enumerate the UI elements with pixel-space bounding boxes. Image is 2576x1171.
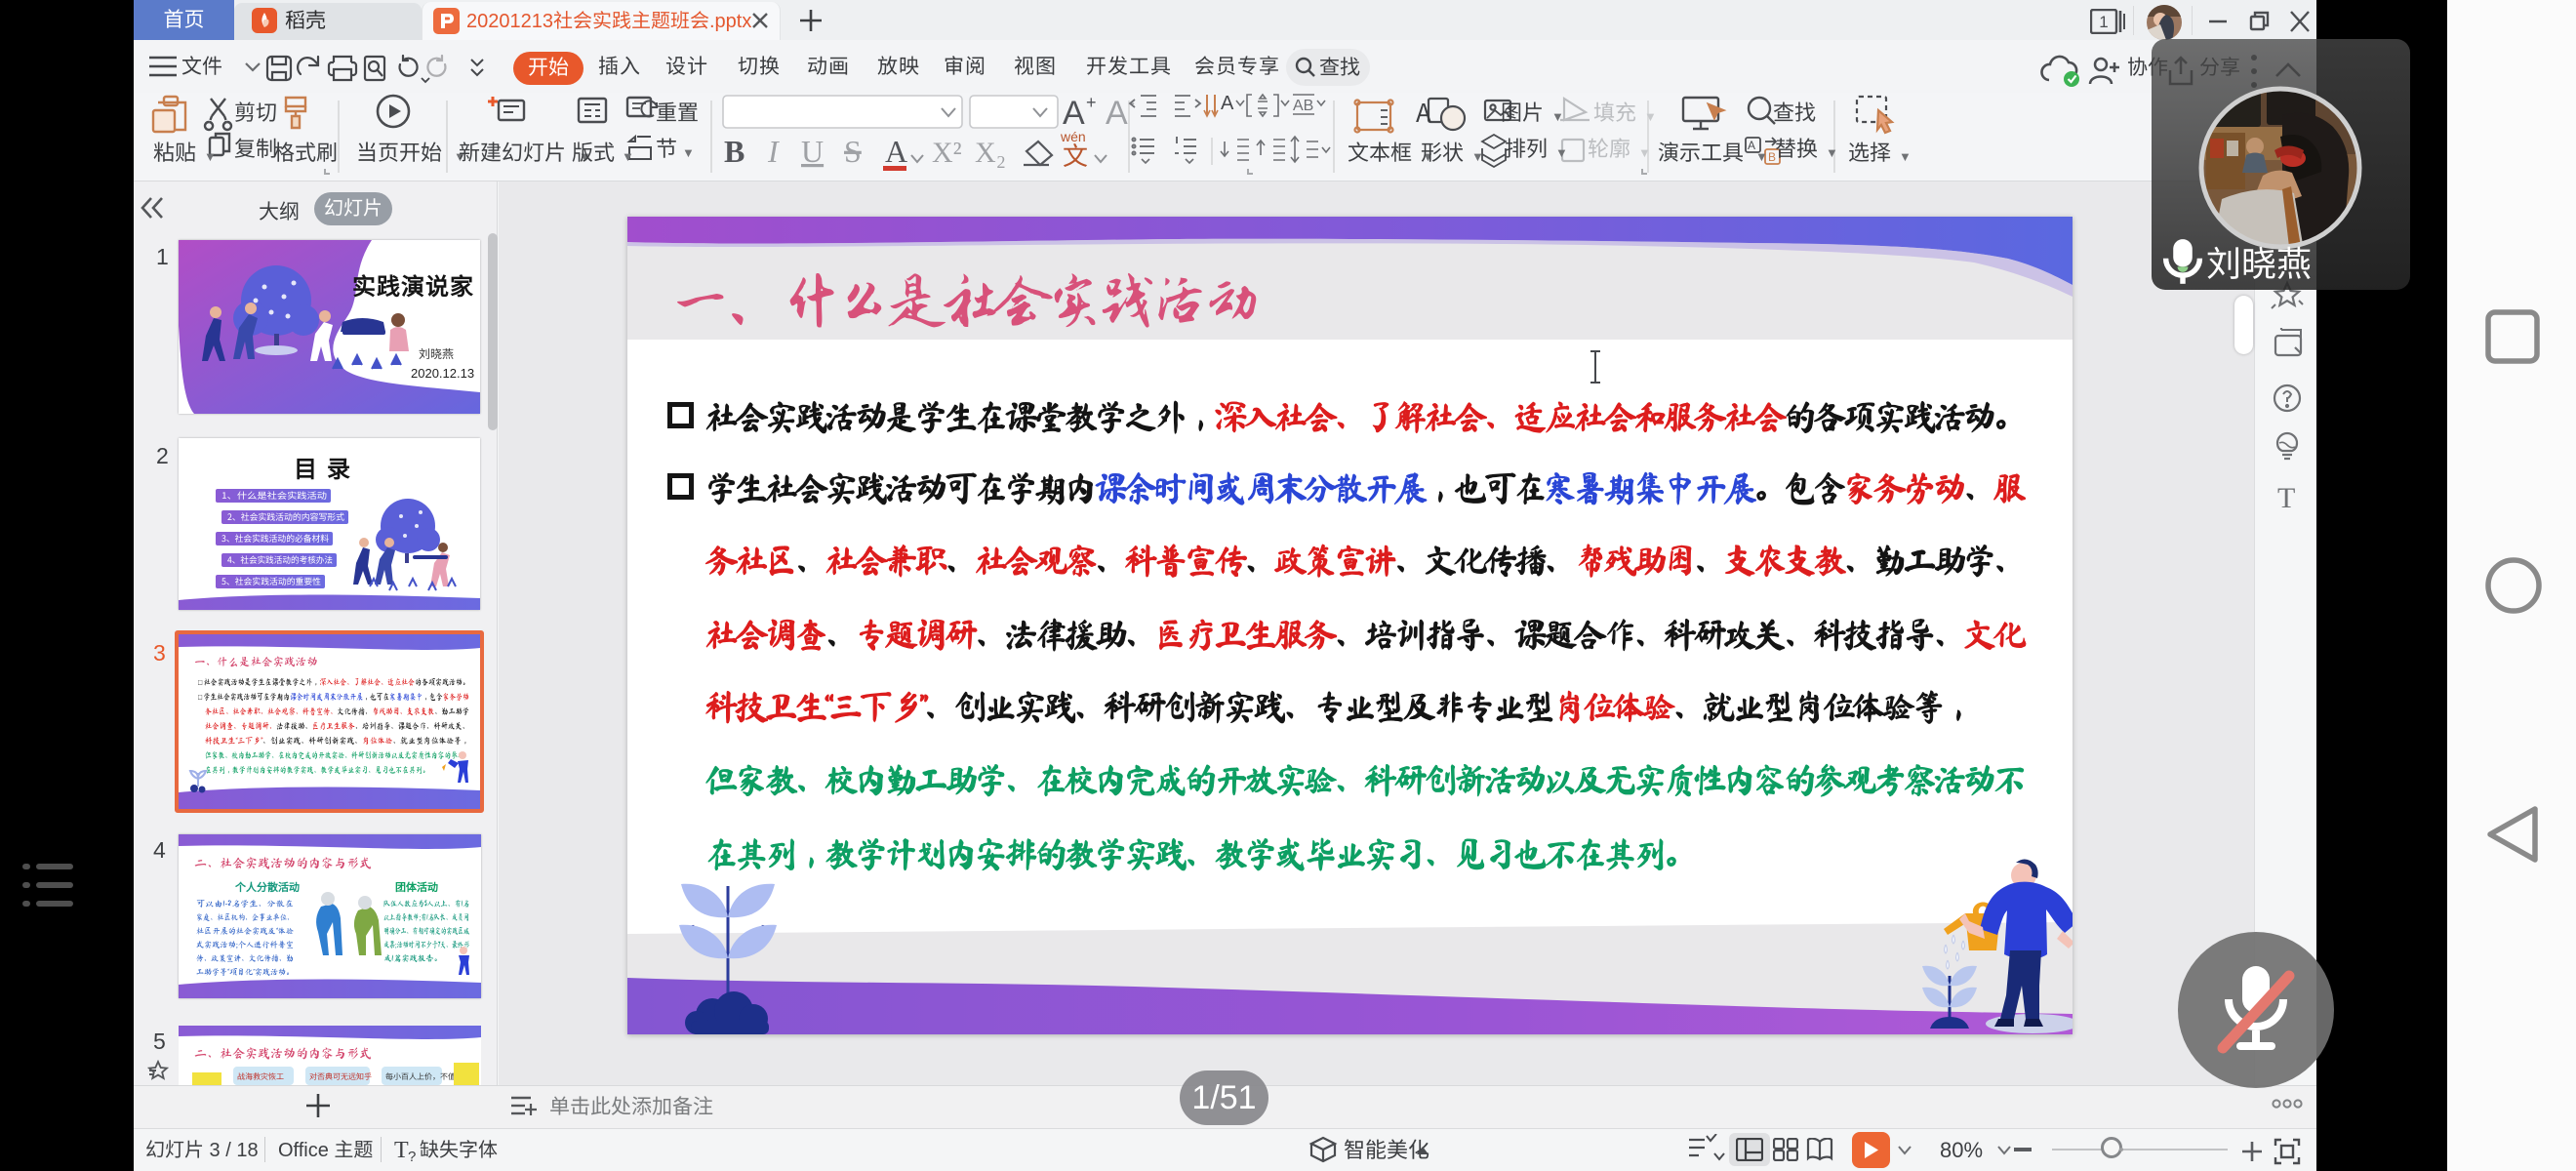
svg-text:▼: ▼ bbox=[1899, 149, 1912, 164]
svg-text:战海救灾恢工: 战海救灾恢工 bbox=[237, 1071, 284, 1082]
svg-text:科技卫生“三下乡”、创业实践、科研创新实践、岗位体验、就业型: 科技卫生“三下乡”、创业实践、科研创新实践、岗位体验、就业型岗位体验等， bbox=[205, 736, 469, 746]
svg-text:替换: 替换 bbox=[1775, 137, 1818, 161]
svg-text:二、社会实践活动的内容与形式: 二、社会实践活动的内容与形式 bbox=[194, 857, 372, 869]
svg-text:成果;活动时间不少于7天、最终形: 成果;活动时间不少于7天、最终形 bbox=[383, 940, 469, 949]
svg-text:2、社会实践活动的内容写形式: 2、社会实践活动的内容写形式 bbox=[227, 510, 344, 523]
svg-text:个人分散活动: 个人分散活动 bbox=[234, 879, 300, 895]
svg-text:社会调查、专题调研、法律援助、医疗卫生服务、培训指导、课题合: 社会调查、专题调研、法律援助、医疗卫生服务、培训指导、课题合作、科研攻关、 bbox=[205, 721, 469, 731]
svg-text:▼: ▼ bbox=[1644, 109, 1657, 124]
svg-text:▼: ▼ bbox=[1555, 145, 1568, 160]
svg-text:3、社会实践活动的必备材料: 3、社会实践活动的必备材料 bbox=[221, 532, 329, 545]
svg-text:1: 1 bbox=[2099, 13, 2108, 31]
svg-text:目录: 目录 bbox=[294, 450, 360, 484]
svg-text:格式刷: 格式刷 bbox=[273, 141, 338, 165]
svg-text:一、什么是社会实践活动: 一、什么是社会实践活动 bbox=[194, 656, 318, 667]
svg-text:当页开始: 当页开始 bbox=[356, 141, 442, 165]
svg-text:▼: ▼ bbox=[1551, 109, 1564, 124]
svg-text:□ 社会实践活动是学生在课堂教学之外，深入社会、了解社会、适: □ 社会实践活动是学生在课堂教学之外，深入社会、了解社会、适应社会的各项实践活动… bbox=[198, 677, 469, 687]
svg-text:排列: 排列 bbox=[1505, 137, 1548, 161]
svg-text:wén: wén bbox=[1060, 129, 1086, 144]
svg-text:B: B bbox=[724, 134, 745, 169]
svg-text:社区开展的社会实践及“体验: 社区开展的社会实践及“体验 bbox=[196, 926, 294, 936]
svg-text:T: T bbox=[2277, 482, 2295, 514]
svg-text:X²: X² bbox=[932, 137, 962, 169]
svg-text:□ 学生社会实践活动可在学期内课余时间或周末分散开展，也可在: □ 学生社会实践活动可在学期内课余时间或周末分散开展，也可在寒暑期集中，包含家务… bbox=[198, 692, 469, 702]
svg-text:▼: ▼ bbox=[1638, 145, 1651, 160]
svg-text:?: ? bbox=[408, 1149, 416, 1163]
svg-text:以上指导教师;有1名队长、成员间: 以上指导教师;有1名队长、成员间 bbox=[383, 912, 469, 922]
svg-text:▼: ▼ bbox=[1826, 145, 1838, 160]
svg-text:在其列，教学计划内安排的教学实践、教学或毕业实习、见习也不在: 在其列，教学计划内安排的教学实践、教学或毕业实习、见习也不在其列。 bbox=[205, 765, 429, 775]
svg-text:▼: ▼ bbox=[1755, 149, 1768, 164]
svg-text:A: A bbox=[1416, 94, 1431, 130]
svg-text:可以由1-2名学生、分散在: 可以由1-2名学生、分散在 bbox=[196, 899, 294, 909]
svg-text:节: 节 bbox=[656, 137, 677, 161]
svg-text:5、社会实践活动的重要性: 5、社会实践活动的重要性 bbox=[221, 575, 321, 587]
svg-text:演示工具: 演示工具 bbox=[1658, 141, 1744, 165]
svg-text:明确分工、有相对确定的实践区域: 明确分工、有相对确定的实践区域 bbox=[383, 926, 469, 936]
svg-text:选择: 选择 bbox=[1848, 141, 1891, 165]
svg-text:粘贴: 粘贴 bbox=[153, 141, 196, 165]
svg-text:务社区、社会兼职、社会观察、科普宣传、文化传播、帮残助困、支: 务社区、社会兼职、社会观察、科普宣传、文化传播、帮残助困、支农支教、勤工助学 bbox=[205, 707, 469, 716]
svg-text:A: A bbox=[885, 134, 907, 169]
svg-text:式实践活动;个人进行科普宣: 式实践活动;个人进行科普宣 bbox=[196, 940, 294, 949]
svg-text:S: S bbox=[844, 134, 862, 169]
svg-text:X₂: X₂ bbox=[975, 137, 1006, 169]
svg-text:文本框: 文本框 bbox=[1348, 141, 1412, 165]
svg-text:家庭、社区机构、企事业单位、: 家庭、社区机构、企事业单位、 bbox=[196, 912, 294, 922]
svg-text:形状: 形状 bbox=[1421, 141, 1464, 165]
svg-text:队伍人数应为5人以上、有1名: 队伍人数应为5人以上、有1名 bbox=[383, 899, 469, 909]
svg-text:A: A bbox=[1221, 93, 1234, 114]
svg-text:轮廓: 轮廓 bbox=[1588, 137, 1630, 161]
svg-text:但家教、校内勤工助学、在校内完成的开放实验、科研创新活动以及: 但家教、校内勤工助学、在校内完成的开放实验、科研创新活动以及无实质性内容的参观 bbox=[205, 750, 464, 760]
svg-text:A: A bbox=[1748, 139, 1755, 152]
svg-text:填充: 填充 bbox=[1593, 101, 1636, 125]
svg-text:I: I bbox=[767, 134, 780, 169]
svg-text:成1篇实践报告。: 成1篇实践报告。 bbox=[383, 953, 442, 963]
svg-text:传、政策宣讲、文化传播、勤: 传、政策宣讲、文化传播、勤 bbox=[196, 953, 294, 963]
svg-text:工助学等“项目化”实践活动。: 工助学等“项目化”实践活动。 bbox=[196, 967, 294, 977]
svg-text:A: A bbox=[1063, 95, 1085, 132]
svg-text:▼: ▼ bbox=[1471, 149, 1484, 164]
svg-text:1、什么是社会实践活动: 1、什么是社会实践活动 bbox=[221, 489, 327, 502]
svg-text:+: + bbox=[1086, 93, 1097, 112]
svg-text:AB: AB bbox=[1293, 98, 1313, 114]
svg-text:4、社会实践活动的考核办法: 4、社会实践活动的考核办法 bbox=[227, 553, 333, 566]
svg-text:版式: 版式 bbox=[572, 141, 615, 165]
svg-text:2020.12.13: 2020.12.13 bbox=[411, 366, 474, 381]
svg-text:每小百人上价，不值: 每小百人上价，不值 bbox=[385, 1071, 456, 1082]
svg-text:▼: ▼ bbox=[622, 149, 634, 164]
svg-text:重置: 重置 bbox=[656, 101, 699, 125]
svg-text:▼: ▼ bbox=[204, 149, 217, 164]
svg-text:团体活动: 团体活动 bbox=[395, 879, 438, 895]
svg-text:剪切: 剪切 bbox=[234, 101, 277, 125]
svg-text:复制: 复制 bbox=[234, 137, 277, 161]
svg-text:U: U bbox=[801, 134, 824, 169]
svg-text:新建幻灯片: 新建幻灯片 bbox=[459, 141, 566, 165]
svg-text:实践演说家: 实践演说家 bbox=[352, 267, 474, 302]
svg-text:T: T bbox=[394, 1138, 409, 1163]
svg-text:二、社会实践活动的内容与形式: 二、社会实践活动的内容与形式 bbox=[194, 1047, 372, 1060]
svg-text:A: A bbox=[1106, 95, 1128, 132]
svg-text:▼: ▼ bbox=[682, 145, 695, 160]
svg-text:对否典可无远知乎: 对否典可无远知乎 bbox=[309, 1071, 372, 1082]
svg-text:查找: 查找 bbox=[1773, 101, 1816, 125]
svg-text:刘晓燕: 刘晓燕 bbox=[419, 345, 454, 362]
svg-text:图片: 图片 bbox=[1501, 101, 1544, 125]
